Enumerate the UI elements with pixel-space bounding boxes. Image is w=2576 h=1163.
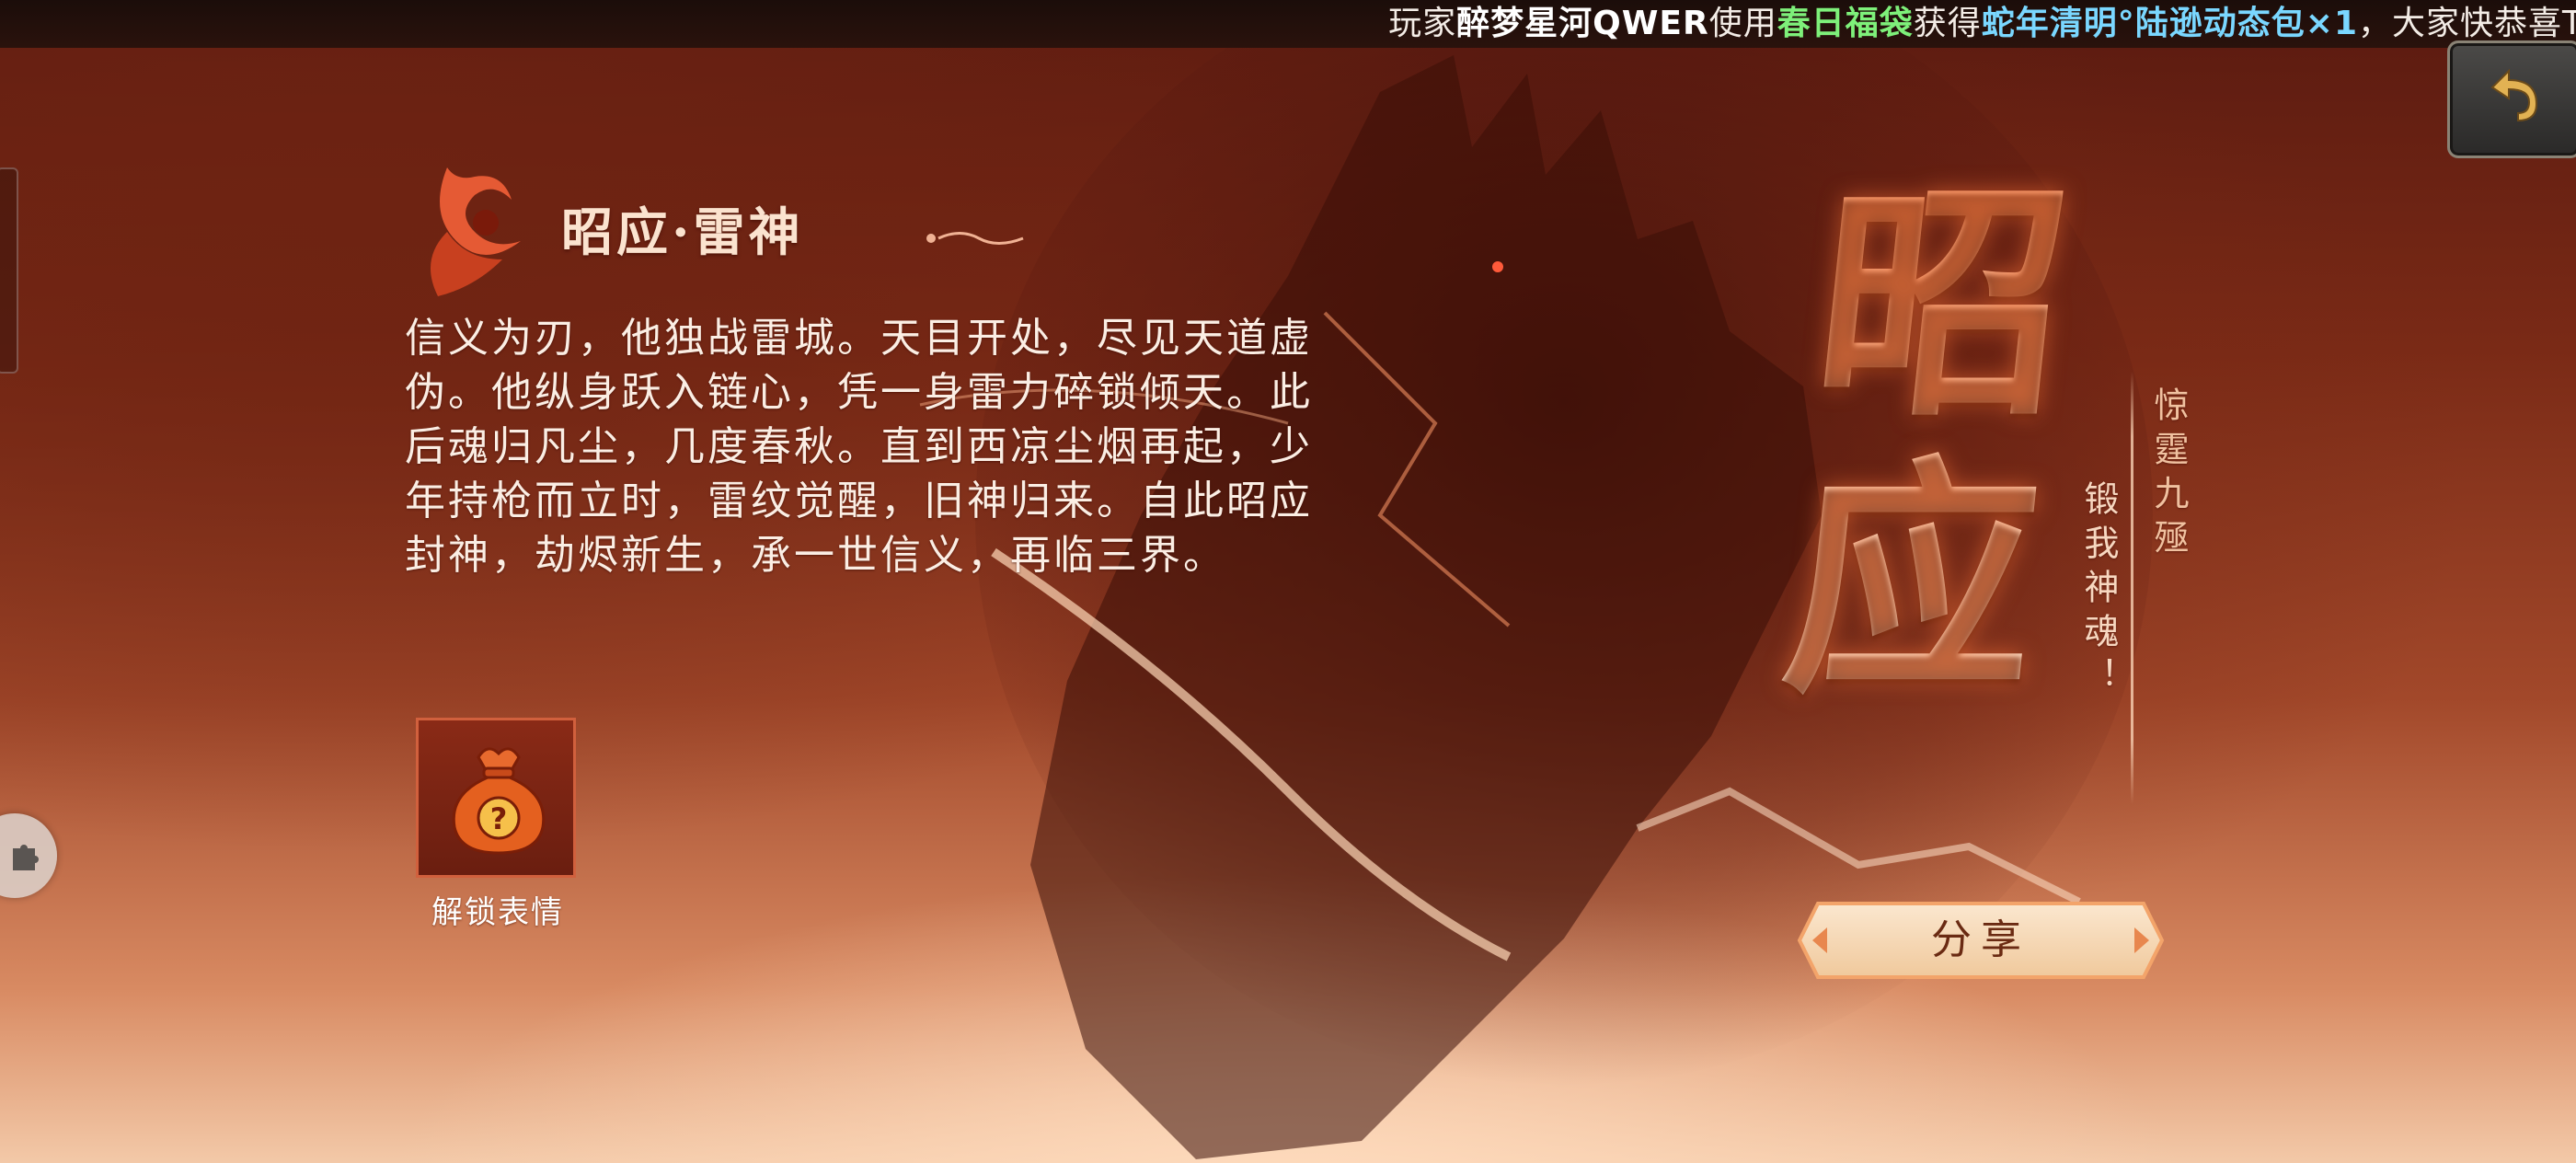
svg-text:?: ? xyxy=(490,801,508,836)
unlock-emote-label: 解锁表情 xyxy=(431,894,564,931)
hero-lore-text: 信义为刃，他独战雷城。天目开处，尽见天道虚伪。他纵身跃入链心，凭一身雷力碎锁倾天… xyxy=(405,315,1313,579)
ticker-message: 玩家醉梦星河QWER使用春日福袋获得蛇年清明°陆逊动态包×1，大家快恭喜T xyxy=(1388,4,2576,44)
ticker-item-name: 春日福袋 xyxy=(1777,5,1914,42)
side-panel-tab[interactable] xyxy=(0,167,18,374)
slogan-divider xyxy=(2131,372,2133,804)
mystery-bag-icon: ? xyxy=(452,747,546,855)
name-char-2: 应 xyxy=(1773,433,2053,726)
slogan-line-1: 惊霆九殛 xyxy=(2148,386,2189,563)
unlock-emote-button[interactable]: ? xyxy=(416,718,576,878)
hero-name-calligraphy: 昭 应 xyxy=(1773,157,2108,726)
puzzle-icon xyxy=(13,845,39,870)
broadcast-ticker: 玩家醉梦星河QWER使用春日福袋获得蛇年清明°陆逊动态包×1，大家快恭喜T xyxy=(0,0,2576,48)
share-button-label: 分享 xyxy=(1931,916,2030,963)
swirl-emblem-icon xyxy=(431,167,521,296)
name-char-1: 昭 xyxy=(1802,157,2082,450)
ticker-used: 使用 xyxy=(1708,5,1777,42)
back-arrow-icon xyxy=(2490,68,2538,122)
ticker-got: 获得 xyxy=(1913,5,1982,42)
ticker-player-name: 醉梦星河QWER xyxy=(1456,5,1709,42)
game-screen: 玩家醉梦星河QWER使用春日福袋获得蛇年清明°陆逊动态包×1，大家快恭喜T 昭应… xyxy=(0,0,2576,1163)
ticker-reward-name: 蛇年清明°陆逊动态包×1 xyxy=(1981,5,2358,42)
share-button[interactable]: 分享 xyxy=(1796,900,2166,981)
slogan-line-2: 锻我神魂！ xyxy=(2078,480,2119,701)
ticker-suffix: ，大家快恭喜T xyxy=(2358,5,2576,42)
back-button[interactable] xyxy=(2447,40,2576,158)
ticker-prefix: 玩家 xyxy=(1388,5,1457,42)
hero-skin-title: 昭应·雷神 xyxy=(561,202,804,263)
title-flourish xyxy=(926,232,1024,245)
